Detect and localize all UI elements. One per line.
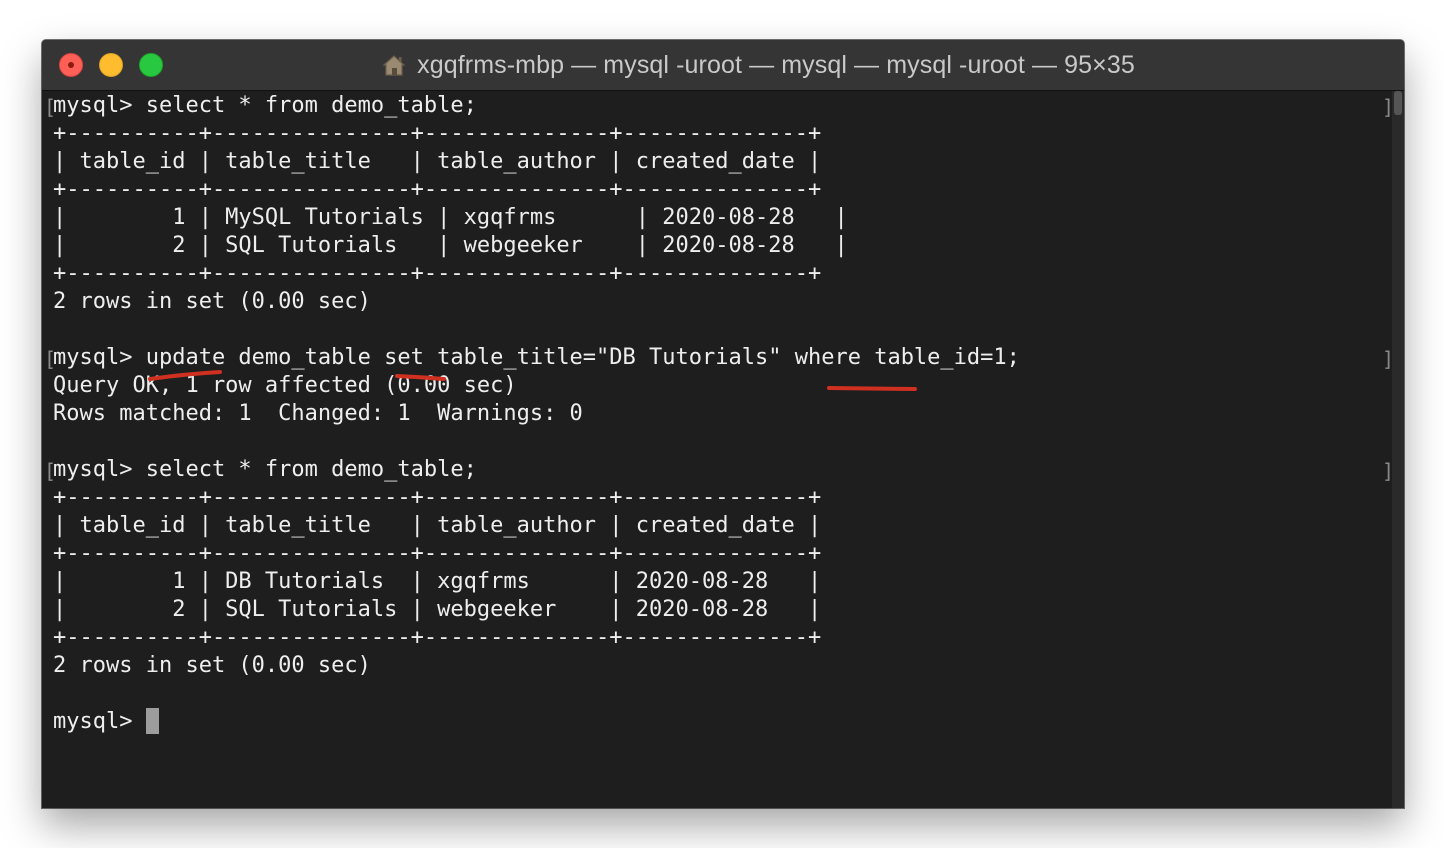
terminal-line: Query OK, 1 row affected (0.00 sec): [53, 373, 517, 398]
terminal-line: | 1 | DB Tutorials | xgqfrms | 2020-08-2…: [53, 569, 822, 594]
terminal-line: mysql> select * from demo_table;: [53, 93, 477, 118]
terminal-line: mysql> select * from demo_table;: [53, 457, 477, 482]
window-title-area: xgqfrms-mbp — mysql -uroot — mysql — mys…: [42, 40, 1404, 90]
terminal-line: mysql> update demo_table set table_title…: [53, 345, 1020, 370]
terminal-line: +----------+---------------+------------…: [53, 121, 822, 146]
scrollbar[interactable]: [1392, 91, 1404, 808]
terminal-window: xgqfrms-mbp — mysql -uroot — mysql — mys…: [42, 40, 1404, 808]
terminal-line: | table_id | table_title | table_author …: [53, 149, 822, 174]
terminal-line: | table_id | table_title | table_author …: [53, 513, 822, 538]
terminal-line: | 2 | SQL Tutorials | webgeeker | 2020-0…: [53, 233, 848, 258]
scroll-thumb[interactable]: [1394, 91, 1402, 115]
terminal-line: | 2 | SQL Tutorials | webgeeker | 2020-0…: [53, 597, 822, 622]
terminal-line: +----------+---------------+------------…: [53, 177, 822, 202]
terminal-line: +----------+---------------+------------…: [53, 485, 822, 510]
prompt: mysql>: [53, 709, 146, 734]
title-bar[interactable]: xgqfrms-mbp — mysql -uroot — mysql — mys…: [42, 40, 1404, 91]
terminal-line: +----------+---------------+------------…: [53, 541, 822, 566]
terminal-line: Rows matched: 1 Changed: 1 Warnings: 0: [53, 401, 583, 426]
terminal-prompt-line[interactable]: mysql>: [53, 708, 159, 736]
window-title: xgqfrms-mbp — mysql -uroot — mysql — mys…: [417, 50, 1135, 79]
home-icon: [382, 55, 406, 76]
terminal-line: +----------+---------------+------------…: [53, 625, 822, 650]
cursor: [145, 708, 159, 734]
terminal-line: 2 rows in set (0.00 sec): [53, 289, 371, 314]
terminal-line: | 1 | MySQL Tutorials | xgqfrms | 2020-0…: [53, 205, 848, 230]
terminal-line: +----------+---------------+------------…: [53, 261, 822, 286]
terminal-output[interactable]: [ ] [ ] [ ] mysql> select * from demo_ta…: [42, 91, 1394, 808]
terminal-line: 2 rows in set (0.00 sec): [53, 653, 371, 678]
